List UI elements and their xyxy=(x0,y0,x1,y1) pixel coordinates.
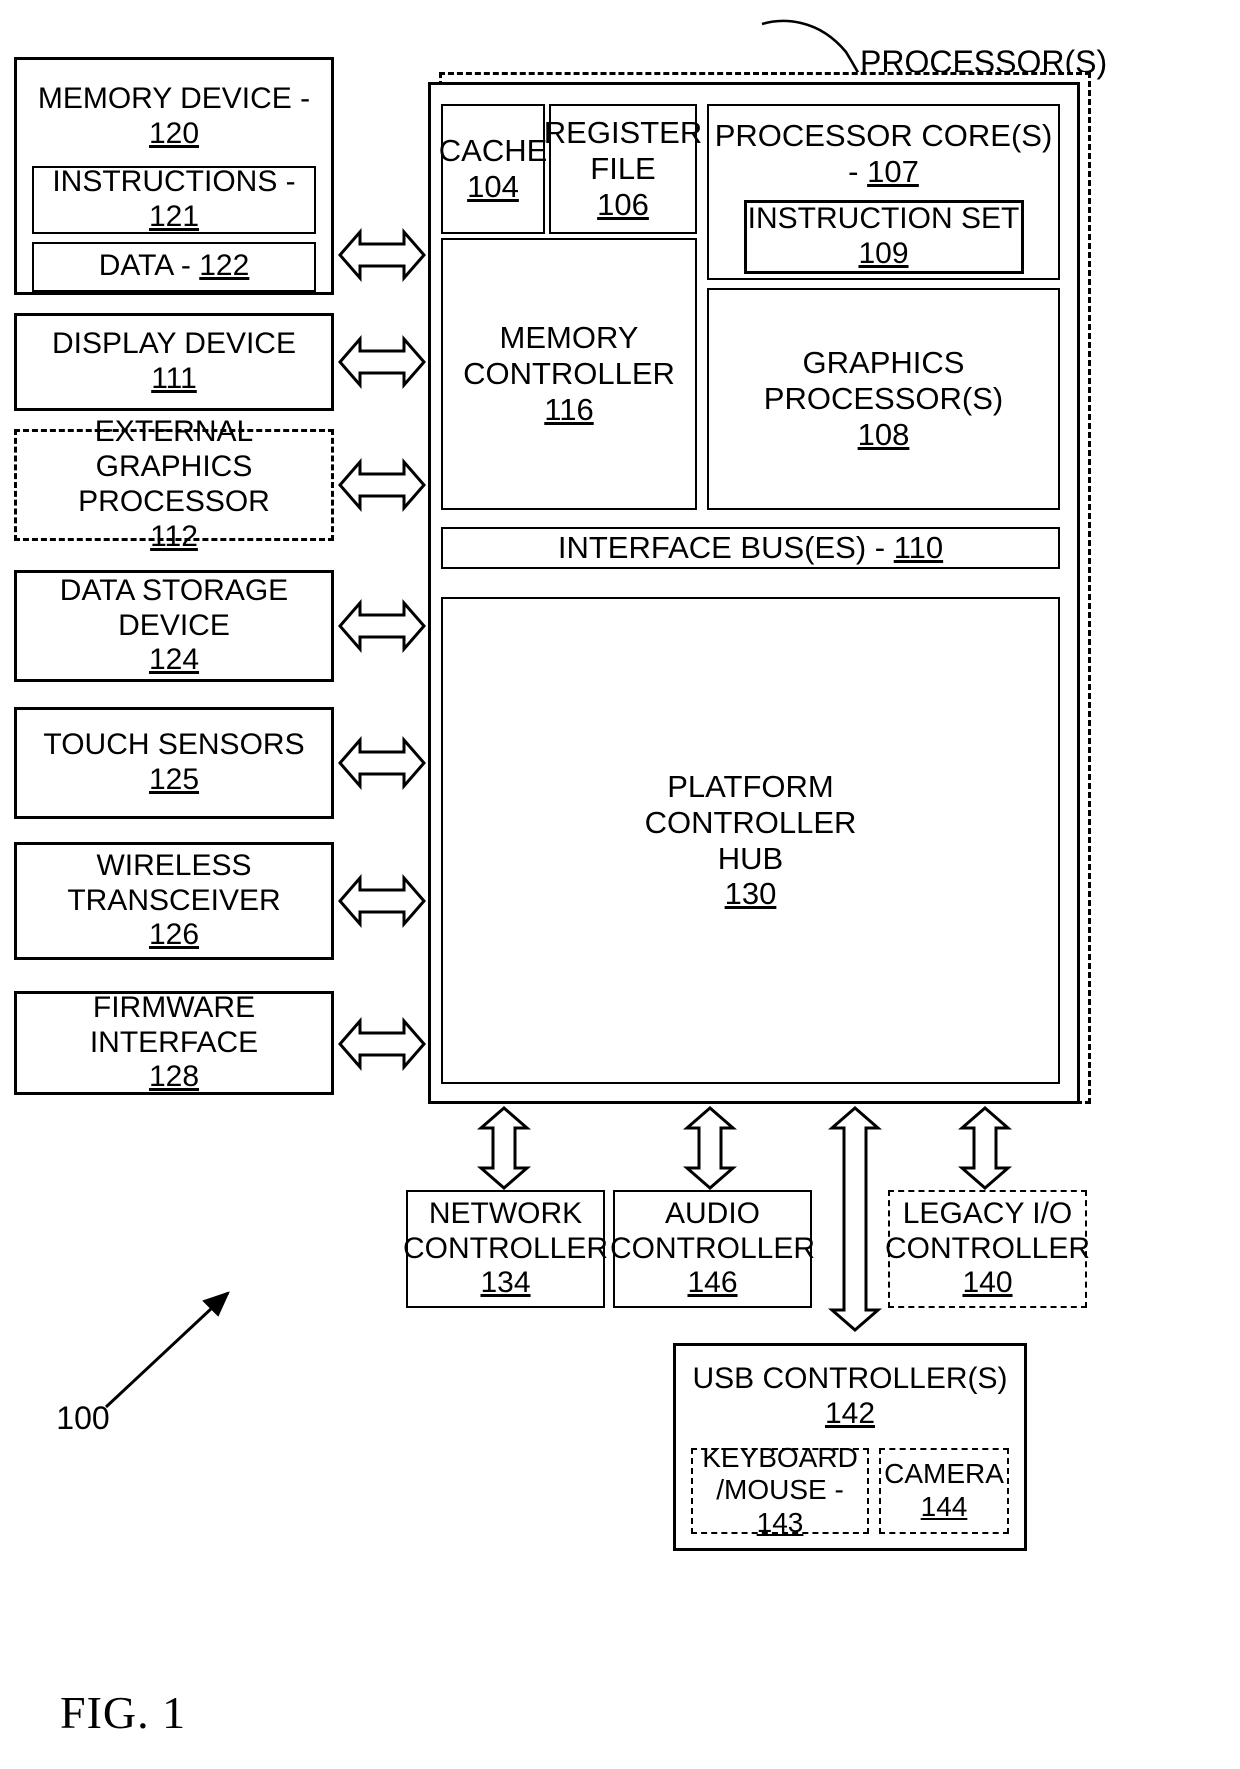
firmware-interface-ref: 128 xyxy=(148,1060,200,1094)
interface-bus-block: INTERFACE BUS(ES) - 110 xyxy=(441,527,1060,569)
network-controller-ref: 134 xyxy=(480,1266,531,1300)
memory-controller-block: MEMORY CONTROLLER 116 xyxy=(441,238,697,510)
graphics-processor-ref: 108 xyxy=(857,416,910,452)
wireless-transceiver-ref: 126 xyxy=(148,918,200,952)
interface-bus-title: INTERFACE BUS(ES) - 110 xyxy=(557,530,944,566)
interface-bus-ref: 110 xyxy=(893,530,944,566)
instructions-title: INSTRUCTIONS - 121 xyxy=(52,164,296,233)
arrow-external-graphics-processor xyxy=(338,457,426,513)
arrow-legacy-io-controller xyxy=(957,1106,1013,1190)
instructions-block: INSTRUCTIONS - 121 xyxy=(32,164,316,234)
system-ref-leader-line xyxy=(100,1283,240,1413)
audio-controller-ref: 146 xyxy=(687,1266,738,1300)
display-device-block: DISPLAY DEVICE 111 xyxy=(14,313,334,411)
arrow-memory-device xyxy=(338,227,426,283)
platform-controller-hub-block: PLATFORM CONTROLLER HUB 130 xyxy=(441,597,1060,1084)
memory-device-ref: 120 xyxy=(148,116,200,150)
audio-controller-block: AUDIO CONTROLLER 146 xyxy=(609,1190,816,1308)
keyboard-mouse-ref: 143 xyxy=(756,1506,804,1538)
audio-controller-label: AUDIO CONTROLLER xyxy=(609,1196,816,1265)
arrow-network-controller xyxy=(476,1106,532,1190)
arrow-usb-controller xyxy=(827,1106,883,1332)
legacy-io-controller-label: LEGACY I/O CONTROLLER xyxy=(884,1196,1091,1265)
legacy-io-controller-ref: 140 xyxy=(962,1266,1013,1300)
arrow-data-storage-device xyxy=(338,598,426,654)
cache-ref: 104 xyxy=(467,169,519,204)
data-title: DATA - 122 xyxy=(98,249,250,283)
instruction-set-block: INSTRUCTION SET 109 xyxy=(743,199,1024,274)
instruction-set-ref: 109 xyxy=(858,236,909,270)
cache-block: CACHE 104 xyxy=(438,104,548,234)
arrow-audio-controller xyxy=(682,1106,738,1190)
instruction-set-label: INSTRUCTION SET xyxy=(747,202,1020,236)
register-file-label: REGISTER FILE xyxy=(543,115,703,187)
legacy-io-controller-block: LEGACY I/O CONTROLLER 140 xyxy=(884,1190,1091,1308)
camera-block: CAMERA 144 xyxy=(879,1447,1009,1534)
graphics-processor-block: GRAPHICS PROCESSOR(S) 108 xyxy=(707,288,1060,510)
processor-cores-ref: 107 xyxy=(867,153,919,189)
camera-label: CAMERA xyxy=(884,1458,1004,1490)
arrow-display-device xyxy=(338,334,426,390)
usb-controller-label: USB CONTROLLER(S) xyxy=(692,1362,1008,1395)
data-storage-device-label: DATA STORAGE DEVICE xyxy=(59,573,289,642)
network-controller-block: NETWORK CONTROLLER 134 xyxy=(402,1190,609,1308)
data-ref: 122 xyxy=(199,249,250,283)
usb-controller-ref: 142 xyxy=(824,1396,876,1430)
arrow-wireless-transceiver xyxy=(338,873,426,929)
platform-controller-hub-ref: 130 xyxy=(724,876,777,912)
register-file-block: REGISTER FILE 106 xyxy=(544,104,702,234)
memory-controller-ref: 116 xyxy=(544,391,594,427)
external-graphics-processor-label: EXTERNAL GRAPHICS PROCESSOR xyxy=(78,415,270,518)
keyboard-mouse-block: KEYBOARD /MOUSE - 143 xyxy=(691,1442,869,1538)
processor-cores-title: PROCESSOR CORE(S) - 107 xyxy=(714,118,1053,189)
external-graphics-processor-block: EXTERNAL GRAPHICS PROCESSOR 112 xyxy=(14,415,334,553)
memory-controller-label: MEMORY CONTROLLER xyxy=(463,320,675,392)
touch-sensors-block: TOUCH SENSORS 125 xyxy=(14,707,334,819)
cache-label: CACHE xyxy=(438,133,548,169)
arrow-firmware-interface xyxy=(338,1016,426,1072)
system-ref-label: 100 xyxy=(56,1400,110,1436)
processor-cores-block: PROCESSOR CORE(S) - 107 INSTRUCTION SET … xyxy=(707,104,1060,280)
platform-controller-hub-label: PLATFORM CONTROLLER HUB xyxy=(644,768,857,876)
memory-device-title: MEMORY DEVICE - 120 xyxy=(37,82,311,150)
firmware-interface-label: FIRMWARE INTERFACE xyxy=(89,990,259,1059)
external-graphics-processor-ref: 112 xyxy=(150,519,198,553)
keyboard-mouse-label: KEYBOARD xyxy=(702,1441,858,1473)
firmware-interface-block: FIRMWARE INTERFACE 128 xyxy=(14,991,334,1095)
wireless-transceiver-block: WIRELESS TRANSCEIVER 126 xyxy=(14,842,334,960)
data-block: DATA - 122 xyxy=(32,241,316,292)
keyboard-mouse-ref-line: /MOUSE - 143 xyxy=(716,1474,844,1538)
instructions-ref: 121 xyxy=(148,199,200,233)
camera-ref: 144 xyxy=(920,1490,968,1522)
arrow-touch-sensors xyxy=(338,735,426,791)
display-device-label: DISPLAY DEVICE xyxy=(52,327,296,361)
data-storage-device-ref: 124 xyxy=(148,643,200,677)
display-device-ref: 111 xyxy=(151,362,197,395)
data-storage-device-block: DATA STORAGE DEVICE 124 xyxy=(14,570,334,682)
usb-controller-block: USB CONTROLLER(S) 142 KEYBOARD /MOUSE - … xyxy=(673,1343,1027,1551)
figure-canvas: PROCESSOR(S) 102 CACHE 104 REGISTER FILE… xyxy=(0,0,1240,1769)
touch-sensors-ref: 125 xyxy=(148,763,200,796)
network-controller-label: NETWORK CONTROLLER xyxy=(402,1196,609,1265)
register-file-ref: 106 xyxy=(597,186,649,222)
graphics-processor-label: GRAPHICS PROCESSOR(S) xyxy=(763,345,1004,417)
memory-device-block: MEMORY DEVICE - 120 INSTRUCTIONS - 121 D… xyxy=(14,57,334,295)
figure-caption: FIG. 1 xyxy=(60,1687,187,1738)
wireless-transceiver-label: WIRELESS TRANSCEIVER xyxy=(67,848,281,917)
touch-sensors-label: TOUCH SENSORS xyxy=(43,728,305,762)
